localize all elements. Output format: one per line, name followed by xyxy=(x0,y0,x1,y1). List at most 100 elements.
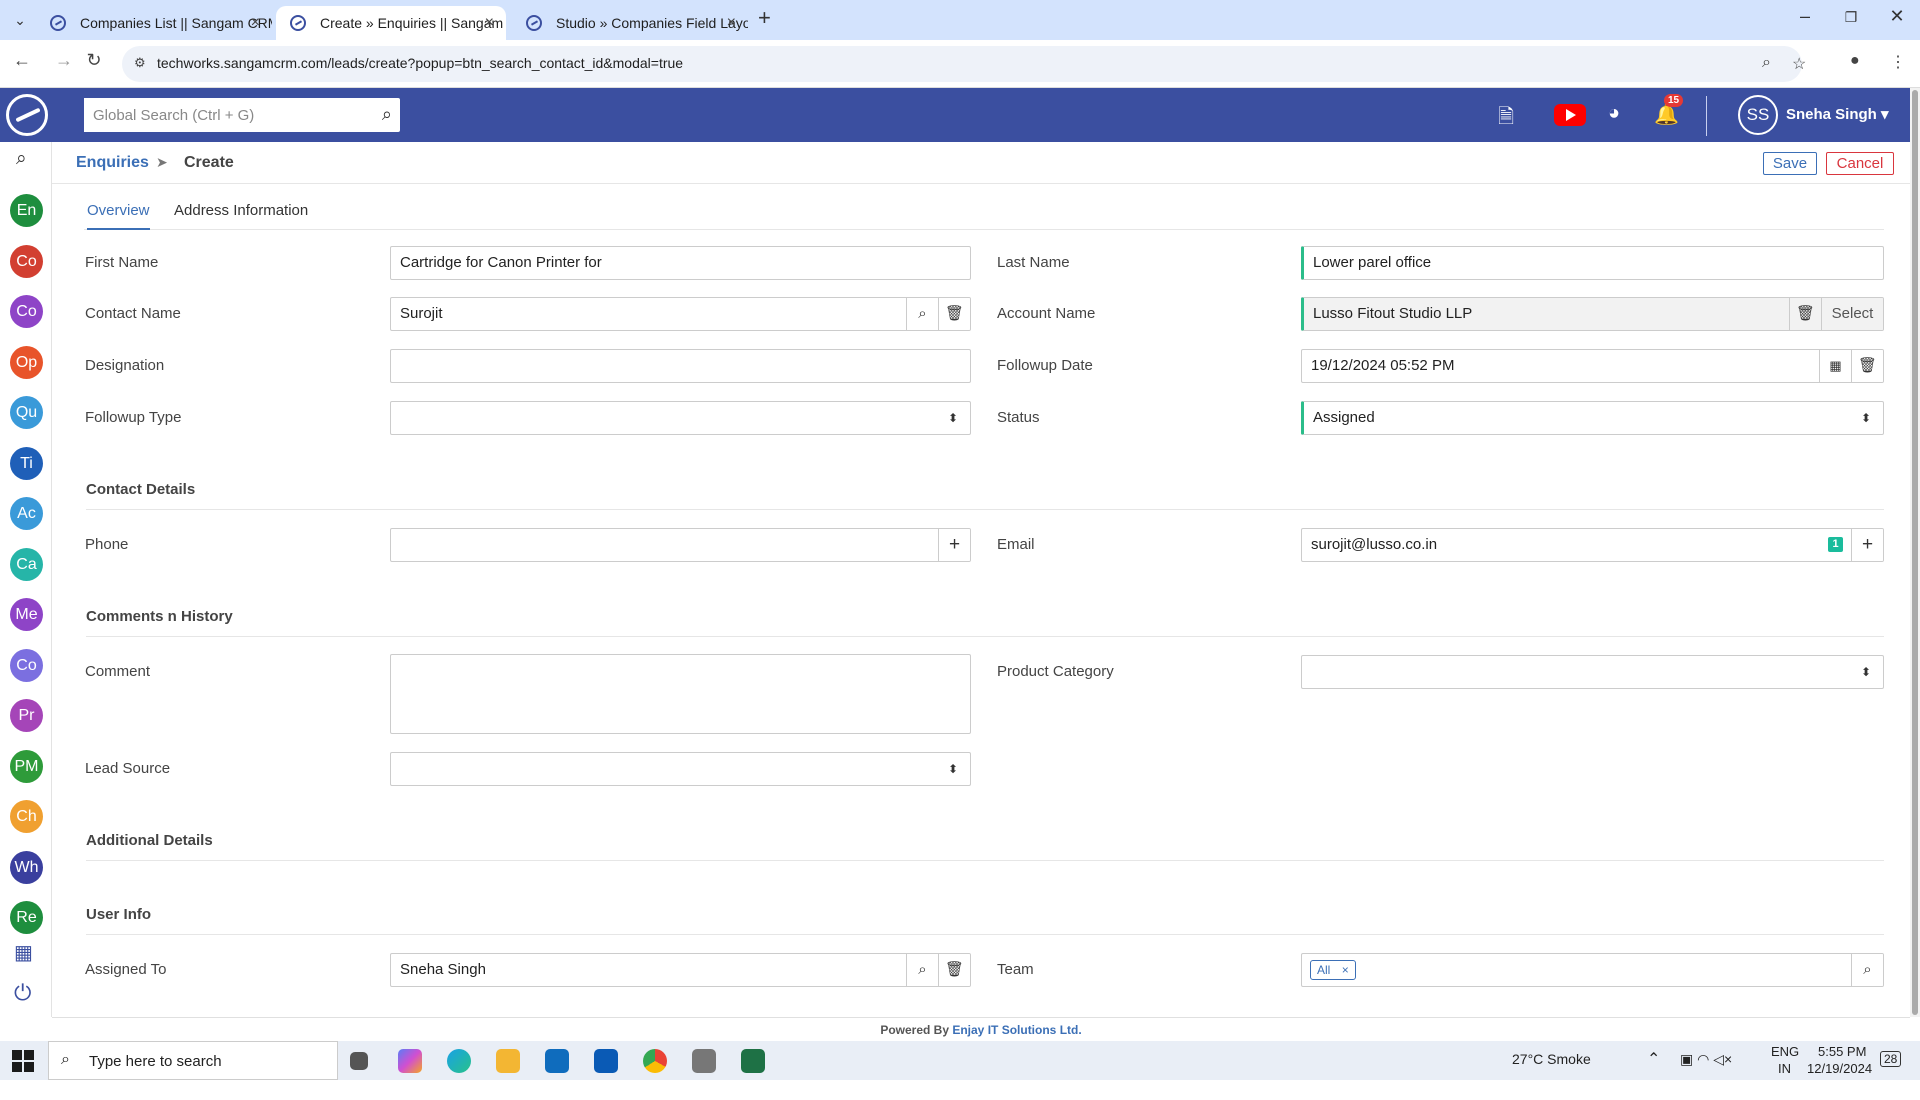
sidebar-item-ca[interactable]: Ca xyxy=(10,547,43,581)
task-view-icon[interactable] xyxy=(350,1052,368,1070)
avatar[interactable]: SS xyxy=(1738,95,1778,135)
browser-menu-icon[interactable]: ⋮ xyxy=(1890,52,1906,72)
sidebar-item-qu[interactable]: Qu xyxy=(10,396,43,429)
document-search-icon[interactable]: 🗎 xyxy=(1498,102,1514,136)
tray-chevron-up-icon[interactable]: ⌃ xyxy=(1647,1049,1660,1088)
sidebar-item-co[interactable]: Co xyxy=(10,295,43,328)
calendar-icon[interactable]: ▦ xyxy=(1819,350,1851,382)
restore-icon[interactable]: ❐ xyxy=(1828,9,1874,26)
account-select-button[interactable]: Select xyxy=(1821,298,1883,330)
close-tab-icon[interactable]: × xyxy=(251,6,260,40)
global-search-input[interactable] xyxy=(84,98,354,132)
assigned-to-clear-trash-icon[interactable]: 🗑 xyxy=(938,954,970,986)
tab-overview[interactable]: Overview xyxy=(87,202,150,230)
power-icon[interactable]: ⏻ xyxy=(14,980,31,1006)
first-name-field[interactable]: Cartridge for Canon Printer for xyxy=(390,246,971,280)
sidebar-item-pr[interactable]: Pr xyxy=(10,699,43,732)
sidebar-item-co[interactable]: Co xyxy=(10,648,43,682)
save-button[interactable]: Save xyxy=(1763,152,1817,175)
scrollbar-thumb[interactable] xyxy=(1912,90,1918,1015)
taskbar-search-box[interactable]: ⌕ Type here to search xyxy=(48,1041,338,1080)
user-menu[interactable]: Sneha Singh ▾ xyxy=(1786,105,1889,123)
product-category-select[interactable]: ⬍ xyxy=(1301,655,1884,689)
chrome-icon[interactable] xyxy=(643,1049,667,1073)
tray-system-icons[interactable]: ▣ ◠ ◁× xyxy=(1680,1051,1732,1090)
bookmark-star-icon[interactable]: ☆ xyxy=(1792,54,1806,74)
browser-tab-studio-companies[interactable]: Studio » Companies Field Layou × xyxy=(512,6,748,40)
last-name-field[interactable]: Lower parel office xyxy=(1301,246,1884,280)
sidebar-item-me[interactable]: Me xyxy=(10,598,43,631)
sidebar-item-ch[interactable]: Ch xyxy=(10,800,43,833)
copilot-icon[interactable] xyxy=(398,1049,422,1073)
followup-type-select[interactable]: ⬍ xyxy=(390,401,971,435)
global-search[interactable]: ⌕ xyxy=(84,98,400,132)
window-close-icon[interactable]: ✕ xyxy=(1874,6,1920,27)
comment-textarea[interactable] xyxy=(390,654,971,734)
tab-address-information[interactable]: Address Information xyxy=(174,202,308,228)
edge-icon[interactable] xyxy=(447,1049,471,1073)
account-name-field[interactable]: Lusso Fitout Studio LLP 🗑 Select xyxy=(1301,297,1884,331)
account-clear-trash-icon[interactable]: 🗑 xyxy=(1789,298,1821,330)
sidebar-search-icon[interactable]: ⌕ xyxy=(16,148,27,170)
reload-icon[interactable]: ↻ xyxy=(80,50,108,71)
search-icon[interactable]: ⌕ xyxy=(382,104,392,125)
add-email-plus-icon[interactable]: + xyxy=(1851,529,1883,561)
assigned-to-field[interactable]: Sneha Singh ⌕ 🗑 xyxy=(390,953,971,987)
tray-date[interactable]: 12/19/2024 xyxy=(1807,1061,1872,1100)
chip-remove-icon[interactable]: × xyxy=(1342,963,1349,977)
contact-clear-trash-icon[interactable]: 🗑 xyxy=(938,298,970,330)
list-view-icon[interactable]: ▦ xyxy=(14,940,33,965)
sidebar-item-pm[interactable]: PM xyxy=(10,749,43,783)
lead-source-select[interactable]: ⬍ xyxy=(390,752,971,786)
close-tab-icon[interactable]: × xyxy=(727,6,736,40)
scanner-icon[interactable] xyxy=(692,1049,716,1073)
designation-field[interactable] xyxy=(390,349,971,383)
team-search-icon[interactable]: ⌕ xyxy=(1851,954,1883,986)
designation-label: Designation xyxy=(85,357,165,374)
site-settings-icon[interactable]: ⚙ xyxy=(134,55,146,71)
breadcrumb: Enquiries ➤ Create Save Cancel xyxy=(52,142,1910,184)
browser-tab-create-enquiries[interactable]: Create » Enquiries || Sangam CR × xyxy=(276,6,506,40)
add-phone-plus-icon[interactable]: + xyxy=(938,529,970,561)
sidebar-item-wh[interactable]: Wh xyxy=(10,850,43,884)
zoom-magnifier-icon[interactable]: ⌕ xyxy=(1762,54,1771,72)
file-explorer-icon[interactable] xyxy=(496,1049,520,1073)
contact-search-icon[interactable]: ⌕ xyxy=(906,298,938,330)
sidebar-item-en[interactable]: En xyxy=(10,194,43,227)
back-arrow-icon[interactable]: ← xyxy=(8,50,36,71)
email-field[interactable]: surojit@lusso.co.in 1 + xyxy=(1301,528,1884,562)
sangam-logo[interactable] xyxy=(6,94,48,136)
browser-tab-companies-list[interactable]: Companies List || Sangam CRM × xyxy=(36,6,272,40)
assigned-to-search-icon[interactable]: ⌕ xyxy=(906,954,938,986)
cancel-button[interactable]: Cancel xyxy=(1826,152,1894,175)
tab-list-chevron-icon[interactable]: ⌄ xyxy=(8,8,32,32)
phone-field[interactable]: + xyxy=(390,528,971,562)
profile-icon[interactable]: ● xyxy=(1850,52,1860,70)
outlook-new-icon[interactable] xyxy=(594,1049,618,1073)
status-select[interactable]: Assigned ⬍ xyxy=(1301,401,1884,435)
sidebar-item-re[interactable]: Re xyxy=(10,901,43,934)
sidebar-item-ac[interactable]: Ac xyxy=(10,497,43,530)
team-field[interactable]: All × ⌕ xyxy=(1301,953,1884,987)
globe-icon[interactable]: ◕ xyxy=(1608,102,1620,125)
minimize-icon[interactable]: – xyxy=(1782,6,1828,27)
page-scrollbar[interactable] xyxy=(1910,88,1920,1017)
sidebar-item-ti[interactable]: Ti xyxy=(10,446,43,480)
contact-name-field[interactable]: Surojit ⌕ 🗑 xyxy=(390,297,971,331)
taskbar-weather[interactable]: 27°C Smoke xyxy=(1512,1051,1591,1090)
close-tab-icon[interactable]: × xyxy=(485,6,494,40)
followup-date-field[interactable]: 19/12/2024 05:52 PM ▦ 🗑 xyxy=(1301,349,1884,383)
sidebar-item-op[interactable]: Op xyxy=(10,345,43,379)
outlook-icon[interactable] xyxy=(545,1049,569,1073)
new-tab-plus-icon[interactable]: + xyxy=(758,5,771,31)
forward-arrow-icon[interactable]: → xyxy=(50,50,78,71)
windows-start-icon[interactable] xyxy=(12,1050,34,1072)
footer-company-link[interactable]: Enjay IT Solutions Ltd. xyxy=(952,1023,1081,1037)
followup-date-clear-trash-icon[interactable]: 🗑 xyxy=(1851,350,1883,382)
youtube-icon[interactable] xyxy=(1554,104,1586,126)
breadcrumb-module-link[interactable]: Enquiries xyxy=(76,154,149,172)
address-bar[interactable]: ⚙ techworks.sangamcrm.com/leads/create?p… xyxy=(122,46,1806,82)
notification-center-badge[interactable]: 28 xyxy=(1880,1051,1902,1067)
excel-icon[interactable] xyxy=(741,1049,765,1073)
sidebar-item-co[interactable]: Co xyxy=(10,244,43,278)
